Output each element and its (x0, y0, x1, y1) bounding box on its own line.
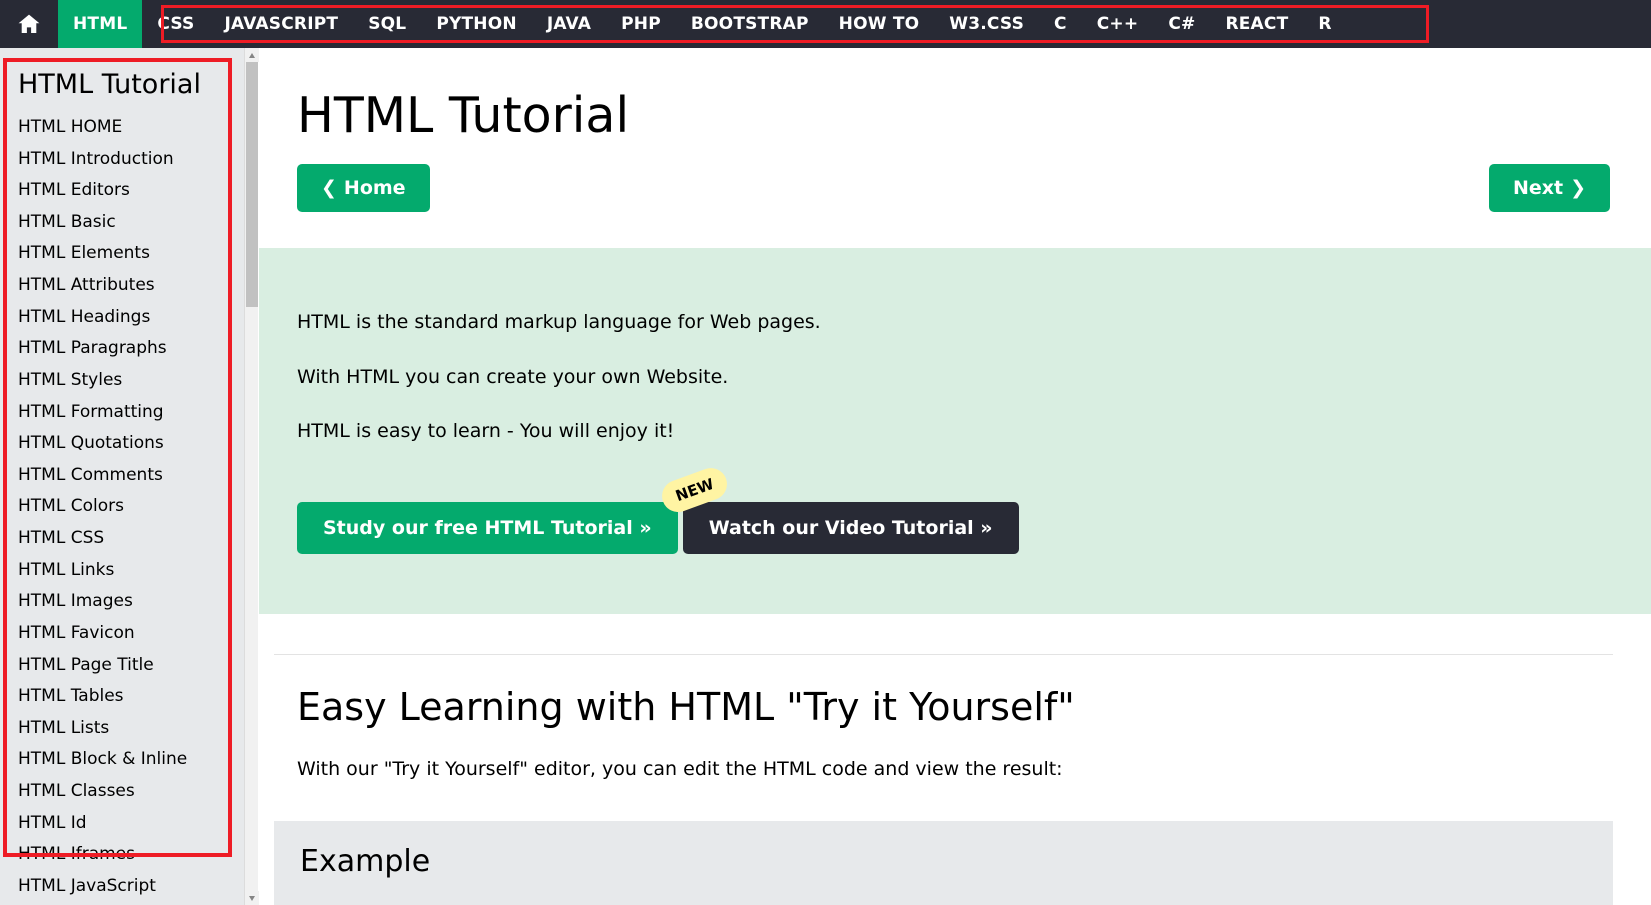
chevron-left-icon: ❮ (321, 179, 337, 198)
next-button-label: Next (1513, 177, 1563, 199)
main-content: HTML Tutorial ❮ Home Next ❯ HTML is the … (259, 48, 1651, 905)
home-button[interactable]: ❮ Home (297, 164, 430, 212)
nav-label: HOW TO (839, 14, 920, 34)
sidebar-item-html-tables[interactable]: HTML Tables (0, 681, 245, 713)
sidebar-item-html-formatting[interactable]: HTML Formatting (0, 396, 245, 428)
sidebar-item-html-editors[interactable]: HTML Editors (0, 175, 245, 207)
nav-item-r[interactable]: R (1303, 0, 1346, 48)
nav-item-html[interactable]: HTML (58, 0, 142, 48)
sidebar-item-html-iframes[interactable]: HTML Iframes (0, 839, 245, 871)
intro-line-3: HTML is easy to learn - You will enjoy i… (297, 419, 1651, 444)
sidebar-item-html-attributes[interactable]: HTML Attributes (0, 270, 245, 302)
nav-label: R (1318, 14, 1331, 34)
nav-item-how-to[interactable]: HOW TO (824, 0, 935, 48)
sidebar-item-html-introduction[interactable]: HTML Introduction (0, 143, 245, 175)
sidebar-list: HTML HOME HTML Introduction HTML Editors… (0, 112, 245, 903)
nav-item-python[interactable]: PYTHON (421, 0, 531, 48)
sidebar-item-html-page-title[interactable]: HTML Page Title (0, 649, 245, 681)
sidebar-item-html-links[interactable]: HTML Links (0, 554, 245, 586)
nav-label: SQL (368, 14, 406, 34)
sidebar: HTML Tutorial HTML HOME HTML Introductio… (0, 48, 245, 905)
nav-label: C++ (1097, 14, 1139, 34)
nav-label: W3.CSS (949, 14, 1024, 34)
pager-button-row: ❮ Home Next ❯ (259, 141, 1651, 233)
nav-label: BOOTSTRAP (691, 14, 809, 34)
home-button-label: Home (344, 177, 406, 199)
nav-label: C (1054, 14, 1067, 34)
nav-item-c[interactable]: C (1039, 0, 1082, 48)
sidebar-item-html-elements[interactable]: HTML Elements (0, 238, 245, 270)
study-tutorial-button[interactable]: Study our free HTML Tutorial » (297, 502, 678, 554)
nav-label: PHP (621, 14, 661, 34)
nav-item-sql[interactable]: SQL (353, 0, 421, 48)
watch-video-button[interactable]: Watch our Video Tutorial » (683, 502, 1019, 554)
video-button-wrapper: NEW Watch our Video Tutorial » (683, 502, 1019, 554)
page-title: HTML Tutorial (259, 48, 1651, 141)
page-root: HTML CSS JAVASCRIPT SQL PYTHON JAVA PHP … (0, 0, 1651, 905)
nav-label: REACT (1225, 14, 1288, 34)
nav-label: C# (1168, 14, 1195, 34)
nav-item-css[interactable]: CSS (142, 0, 209, 48)
section-title: Easy Learning with HTML "Try it Yourself… (259, 655, 1651, 729)
nav-item-react[interactable]: REACT (1210, 0, 1303, 48)
nav-item-bootstrap[interactable]: BOOTSTRAP (676, 0, 824, 48)
sidebar-item-html-images[interactable]: HTML Images (0, 586, 245, 618)
nav-item-cplusplus[interactable]: C++ (1082, 0, 1154, 48)
home-icon[interactable] (0, 0, 58, 48)
sidebar-item-html-favicon[interactable]: HTML Favicon (0, 618, 245, 650)
next-button[interactable]: Next ❯ (1489, 164, 1610, 212)
sidebar-scrollbar-thumb[interactable] (246, 62, 258, 307)
chevron-right-icon: ❯ (1570, 179, 1586, 198)
sidebar-item-html-classes[interactable]: HTML Classes (0, 776, 245, 808)
intro-panel: HTML is the standard markup language for… (259, 248, 1651, 614)
nav-item-csharp[interactable]: C# (1153, 0, 1210, 48)
sidebar-item-html-paragraphs[interactable]: HTML Paragraphs (0, 333, 245, 365)
sidebar-item-html-javascript[interactable]: HTML JavaScript (0, 871, 245, 903)
sidebar-title: HTML Tutorial (0, 48, 245, 112)
sidebar-item-html-quotations[interactable]: HTML Quotations (0, 428, 245, 460)
sidebar-item-html-lists[interactable]: HTML Lists (0, 713, 245, 745)
sidebar-item-html-headings[interactable]: HTML Headings (0, 301, 245, 333)
sidebar-item-html-home[interactable]: HTML HOME (0, 112, 245, 144)
sidebar-scrollbar[interactable] (244, 48, 258, 905)
example-box: Example (274, 821, 1613, 905)
scroll-up-arrow-icon[interactable] (245, 48, 259, 62)
top-navbar: HTML CSS JAVASCRIPT SQL PYTHON JAVA PHP … (0, 0, 1651, 48)
sidebar-item-html-colors[interactable]: HTML Colors (0, 491, 245, 523)
nav-item-php[interactable]: PHP (606, 0, 676, 48)
nav-label: PYTHON (436, 14, 516, 34)
nav-label: JAVA (547, 14, 591, 34)
nav-item-java[interactable]: JAVA (532, 0, 606, 48)
section-text: With our "Try it Yourself" editor, you c… (259, 729, 1651, 782)
intro-line-1: HTML is the standard markup language for… (297, 310, 1651, 335)
home-glyph (17, 12, 41, 36)
intro-line-2: With HTML you can create your own Websit… (297, 365, 1651, 390)
sidebar-item-html-css[interactable]: HTML CSS (0, 523, 245, 555)
nav-label: CSS (157, 14, 194, 34)
sidebar-item-html-basic[interactable]: HTML Basic (0, 207, 245, 239)
example-title: Example (300, 845, 1613, 878)
nav-item-javascript[interactable]: JAVASCRIPT (210, 0, 354, 48)
scroll-down-arrow-icon[interactable] (245, 891, 259, 905)
sidebar-item-html-comments[interactable]: HTML Comments (0, 460, 245, 492)
sidebar-item-html-id[interactable]: HTML Id (0, 807, 245, 839)
lower-section: Easy Learning with HTML "Try it Yourself… (259, 614, 1651, 905)
nav-item-w3css[interactable]: W3.CSS (934, 0, 1039, 48)
nav-label: HTML (73, 14, 127, 34)
nav-label: JAVASCRIPT (225, 14, 339, 34)
sidebar-item-html-styles[interactable]: HTML Styles (0, 365, 245, 397)
sidebar-item-html-block-inline[interactable]: HTML Block & Inline (0, 744, 245, 776)
